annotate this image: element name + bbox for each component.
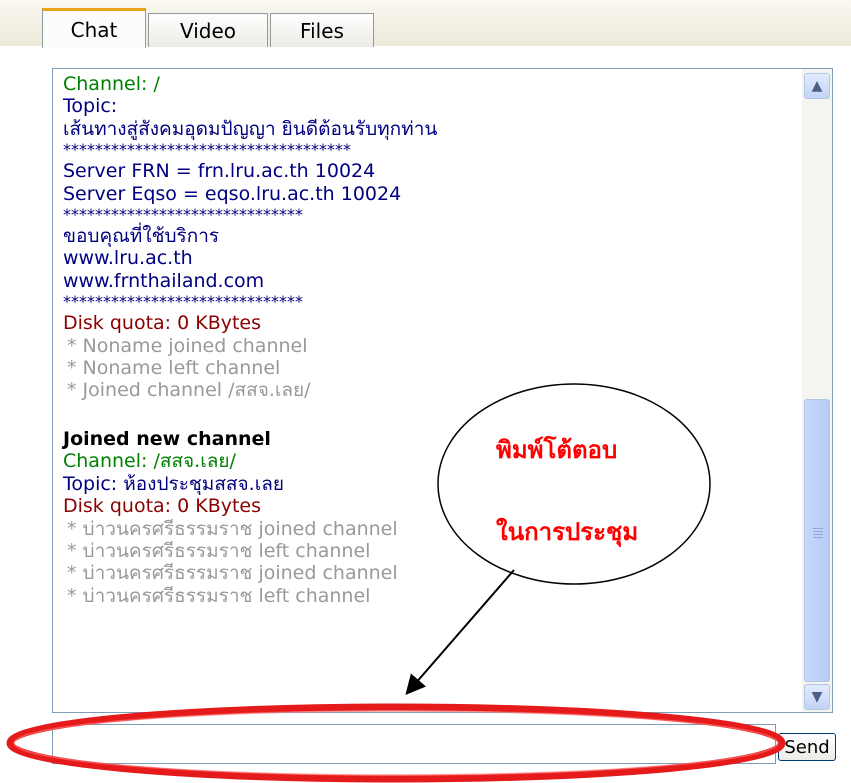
thanks-line: ขอบคุณที่ใช้บริการ	[63, 225, 220, 248]
url-line: www.frnthailand.com	[63, 269, 265, 292]
server-frn-line: Server FRN = frn.lru.ac.th 10024	[63, 160, 376, 183]
separator: ******************************	[63, 292, 303, 312]
url-line: www.lru.ac.th	[63, 247, 193, 270]
separator: ******************************	[63, 205, 303, 225]
chevron-down-icon: ▼	[811, 689, 823, 705]
system-message: * บ่าวนครศรีธรรมราช joined channel	[67, 562, 398, 585]
scroll-down-button[interactable]: ▼	[804, 684, 830, 710]
system-message: * Noname joined channel	[67, 334, 308, 357]
tab-chat[interactable]: Chat	[42, 8, 146, 48]
callout-text-line1: พิมพ์โต้ตอบ	[496, 436, 618, 464]
chevron-up-icon: ▲	[811, 78, 823, 94]
chat-log[interactable]: Channel: / Topic: เส้นทางสู่สังคมอุดมปัญ…	[52, 68, 833, 713]
callout-text-line2: ในการประชุม	[496, 518, 639, 546]
tab-files[interactable]: Files	[270, 13, 374, 47]
chat-log-content: Channel: / Topic: เส้นทางสู่สังคมอุดมปัญ…	[63, 73, 793, 607]
joined-channel-header: Joined new channel	[63, 427, 271, 450]
scroll-thumb[interactable]	[804, 399, 830, 682]
message-input[interactable]	[52, 724, 776, 764]
topic-line: Topic: ห้องประชุมสสจ.เลย	[63, 472, 284, 495]
topic-label: Topic:	[63, 95, 118, 118]
scrollbar[interactable]: ▲ ▼	[802, 69, 832, 712]
scroll-up-button[interactable]: ▲	[804, 73, 830, 99]
chat-window: Chat Video Files Channel: / Topic: เส้นท…	[0, 0, 851, 783]
server-eqso-line: Server Eqso = eqso.lru.ac.th 10024	[63, 182, 402, 205]
channel-line: Channel: /สสจ.เลย/	[63, 450, 236, 473]
system-message: * บ่าวนครศรีธรรมราช left channel	[67, 584, 371, 607]
grip-icon	[813, 528, 823, 529]
disk-quota-line: Disk quota: 0 KBytes	[63, 312, 262, 335]
system-message: * บ่าวนครศรีธรรมราช joined channel	[67, 517, 398, 540]
system-message: * Joined channel /สสจ.เลย/	[67, 379, 311, 402]
channel-line: Channel: /	[63, 73, 160, 95]
system-message: * Noname left channel	[67, 357, 281, 380]
disk-quota-line: Disk quota: 0 KBytes	[63, 495, 262, 518]
send-button[interactable]: Send	[778, 733, 836, 761]
system-message: * บ่าวนครศรีธรรมราช left channel	[67, 539, 371, 562]
separator: ************************************	[63, 140, 351, 160]
tab-video[interactable]: Video	[148, 13, 268, 47]
topic-text: เส้นทางสู่สังคมอุดมปัญญา ยินดีต้อนรับทุก…	[63, 117, 438, 140]
